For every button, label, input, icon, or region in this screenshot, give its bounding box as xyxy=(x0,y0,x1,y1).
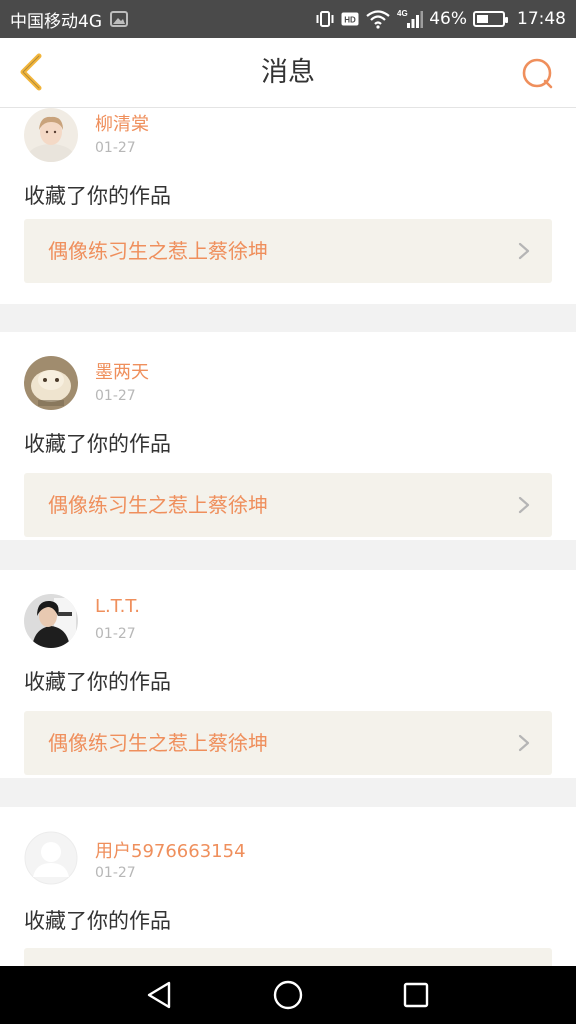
avatar[interactable] xyxy=(24,108,78,162)
message-date: 01-27 xyxy=(95,140,136,156)
system-back-button[interactable] xyxy=(142,977,178,1013)
chevron-right-icon xyxy=(518,734,530,752)
work-link[interactable]: 偶像练习生之惹上蔡徐坤 xyxy=(24,711,552,775)
battery-percent: 46% xyxy=(429,9,467,29)
message-date: 01-27 xyxy=(95,865,136,881)
work-link[interactable]: 偶像练习生之惹上蔡徐坤 xyxy=(24,219,552,283)
avatar[interactable] xyxy=(24,356,78,410)
status-bar: 中国移动4G HD 4G 46% 17:48 xyxy=(0,0,576,38)
battery-icon xyxy=(473,11,508,27)
hd-icon: HD xyxy=(341,11,359,27)
action-text: 收藏了你的作品 xyxy=(24,909,171,933)
action-text: 收藏了你的作品 xyxy=(24,432,171,456)
message-card: 墨两天 01-27 收藏了你的作品 偶像练习生之惹上蔡徐坤 xyxy=(0,332,576,540)
network-badge: 4G xyxy=(397,9,408,18)
message-date: 01-27 xyxy=(95,626,136,642)
vibrate-icon xyxy=(315,9,335,29)
work-link[interactable] xyxy=(24,948,552,966)
username[interactable]: 墨两天 xyxy=(95,358,149,384)
work-title: 偶像练习生之惹上蔡徐坤 xyxy=(48,731,268,755)
search-icon xyxy=(522,58,553,89)
action-text: 收藏了你的作品 xyxy=(24,184,171,208)
username[interactable]: L.T.T. xyxy=(95,596,140,617)
message-card: L.T.T. 01-27 收藏了你的作品 偶像练习生之惹上蔡徐坤 xyxy=(0,570,576,778)
work-title: 偶像练习生之惹上蔡徐坤 xyxy=(48,493,268,517)
image-icon xyxy=(110,11,128,27)
status-right: HD 4G 46% 17:48 xyxy=(315,8,566,30)
default-avatar-icon xyxy=(24,831,78,885)
system-recents-button[interactable] xyxy=(398,977,434,1013)
system-home-button[interactable] xyxy=(270,977,306,1013)
svg-text:HD: HD xyxy=(344,16,356,25)
home-circle-icon xyxy=(273,980,303,1010)
system-nav-bar xyxy=(0,966,576,1024)
avatar[interactable] xyxy=(24,831,78,885)
clock-text: 17:48 xyxy=(517,9,566,29)
recents-square-icon xyxy=(403,982,429,1008)
back-triangle-icon xyxy=(147,981,171,1009)
page-title: 消息 xyxy=(261,57,315,88)
signal-icon: 4G xyxy=(397,8,424,30)
header: 消息 xyxy=(0,38,576,108)
chevron-right-icon xyxy=(518,242,530,260)
avatar[interactable] xyxy=(24,594,78,648)
search-button[interactable] xyxy=(518,54,558,94)
work-link[interactable]: 偶像练习生之惹上蔡徐坤 xyxy=(24,473,552,537)
work-title: 偶像练习生之惹上蔡徐坤 xyxy=(48,239,268,263)
message-card: 柳清棠 01-27 收藏了你的作品 偶像练习生之惹上蔡徐坤 xyxy=(0,108,576,304)
status-left: 中国移动4G xyxy=(10,7,128,32)
chevron-right-icon xyxy=(518,496,530,514)
wifi-icon xyxy=(365,9,391,29)
username[interactable]: 用户5976663154 xyxy=(95,837,246,863)
message-date: 01-27 xyxy=(95,388,136,404)
action-text: 收藏了你的作品 xyxy=(24,670,171,694)
message-card: 用户5976663154 01-27 收藏了你的作品 xyxy=(0,807,576,966)
username[interactable]: 柳清棠 xyxy=(95,110,149,136)
message-list[interactable]: 柳清棠 01-27 收藏了你的作品 偶像练习生之惹上蔡徐坤 墨两天 01-27 … xyxy=(0,108,576,966)
carrier-text: 中国移动4G xyxy=(10,11,102,32)
